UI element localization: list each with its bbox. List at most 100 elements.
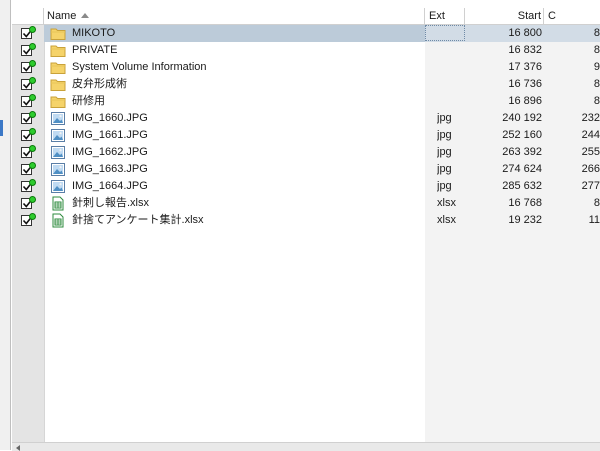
file-start: 240 192 xyxy=(502,112,542,124)
header-checkbox-column[interactable] xyxy=(12,8,44,24)
folder-icon xyxy=(50,26,66,41)
file-next: 8 xyxy=(593,44,600,56)
status-dot-icon xyxy=(29,60,36,67)
file-next: 244 xyxy=(581,129,600,141)
table-row[interactable]: 研修用 16 896 8 xyxy=(12,93,600,110)
column-header: Name Ext Start C xyxy=(12,8,600,25)
image-file-icon xyxy=(50,162,66,177)
file-next: 8 xyxy=(593,78,600,90)
file-ext xyxy=(437,59,467,76)
header-start-label: Start xyxy=(517,10,541,22)
folder-icon xyxy=(50,60,66,75)
table-row[interactable]: IMG_1661.JPG jpg 252 160 244 xyxy=(12,127,600,144)
file-name[interactable]: IMG_1664.JPG xyxy=(72,178,422,195)
folder-icon xyxy=(50,94,66,109)
status-dot-icon xyxy=(29,128,36,135)
file-ext: jpg xyxy=(437,163,452,175)
file-ext: xlsx xyxy=(437,197,456,209)
file-ext xyxy=(437,25,467,42)
header-next[interactable]: C xyxy=(544,8,600,24)
header-name[interactable]: Name xyxy=(44,8,425,24)
file-name[interactable]: 研修用 xyxy=(72,93,422,110)
spreadsheet-file-icon xyxy=(50,213,66,228)
file-name[interactable]: 皮弁形成術 xyxy=(72,76,422,93)
file-start: 16 832 xyxy=(508,44,542,56)
status-dot-icon xyxy=(29,94,36,101)
file-start: 252 160 xyxy=(502,129,542,141)
file-start: 16 800 xyxy=(508,27,542,39)
scroll-left-icon[interactable] xyxy=(16,445,20,451)
header-name-label: Name xyxy=(47,10,77,22)
sort-ascending-icon xyxy=(81,13,90,18)
image-file-icon xyxy=(50,145,66,160)
header-ext-label: Ext xyxy=(429,10,445,22)
file-next: 8 xyxy=(593,197,600,209)
file-start: 19 232 xyxy=(508,214,542,226)
file-start: 285 632 xyxy=(502,180,542,192)
spreadsheet-file-icon xyxy=(50,196,66,211)
table-row[interactable]: 針捨てアンケート集計.xlsx xlsx 19 232 11 xyxy=(12,212,600,229)
file-start: 16 896 xyxy=(508,95,542,107)
file-ext xyxy=(437,76,467,93)
folder-icon xyxy=(50,43,66,58)
image-file-icon xyxy=(50,111,66,126)
file-ext: jpg xyxy=(437,180,452,192)
file-ext: jpg xyxy=(437,129,452,141)
file-next: 8 xyxy=(593,27,600,39)
file-start: 274 624 xyxy=(502,163,542,175)
image-file-icon xyxy=(50,128,66,143)
file-next: 232 xyxy=(581,112,600,124)
file-next: 266 xyxy=(581,163,600,175)
table-row[interactable]: MIKOTO 16 800 8 xyxy=(12,25,600,42)
status-dot-icon xyxy=(29,111,36,118)
file-ext: jpg xyxy=(437,112,452,124)
left-panel-marker xyxy=(0,120,3,136)
file-name[interactable]: PRIVATE xyxy=(72,42,422,59)
file-name[interactable]: 針捨てアンケート集計.xlsx xyxy=(72,212,422,229)
file-next: 9 xyxy=(593,61,600,73)
file-next: 11 xyxy=(588,214,600,226)
table-row[interactable]: IMG_1663.JPG jpg 274 624 266 xyxy=(12,161,600,178)
table-row[interactable]: IMG_1660.JPG jpg 240 192 232 xyxy=(12,110,600,127)
header-next-label: C xyxy=(548,10,556,22)
file-start: 263 392 xyxy=(502,146,542,158)
file-rows: MIKOTO 16 800 8 PRIVATE 16 832 8 System Volume… xyxy=(12,25,600,229)
file-name[interactable]: 針刺し報告.xlsx xyxy=(72,195,422,212)
file-next: 277 xyxy=(581,180,600,192)
table-row[interactable]: System Volume Information 17 376 9 xyxy=(12,59,600,76)
file-start: 16 768 xyxy=(508,197,542,209)
table-row[interactable]: IMG_1662.JPG jpg 263 392 255 xyxy=(12,144,600,161)
file-name[interactable]: IMG_1660.JPG xyxy=(72,110,422,127)
file-name[interactable]: IMG_1662.JPG xyxy=(72,144,422,161)
status-dot-icon xyxy=(29,213,36,220)
file-ext xyxy=(437,42,467,59)
file-next: 8 xyxy=(593,95,600,107)
file-name[interactable]: IMG_1661.JPG xyxy=(72,127,422,144)
status-dot-icon xyxy=(29,26,36,33)
image-file-icon xyxy=(50,179,66,194)
table-row[interactable]: PRIVATE 16 832 8 xyxy=(12,42,600,59)
file-ext: xlsx xyxy=(437,214,456,226)
table-row[interactable]: 針刺し報告.xlsx xlsx 16 768 8 xyxy=(12,195,600,212)
status-dot-icon xyxy=(29,196,36,203)
file-list[interactable]: Name Ext Start C MIKOTO 16 800 8 PRIVATE 16 … xyxy=(12,8,600,442)
status-dot-icon xyxy=(29,145,36,152)
file-name[interactable]: MIKOTO xyxy=(72,25,422,42)
status-dot-icon xyxy=(29,43,36,50)
file-ext: jpg xyxy=(437,146,452,158)
file-start: 17 376 xyxy=(508,61,542,73)
header-start[interactable]: Start xyxy=(465,8,544,24)
file-name[interactable]: System Volume Information xyxy=(72,59,422,76)
status-dot-icon xyxy=(29,77,36,84)
file-ext xyxy=(437,93,467,110)
file-next: 255 xyxy=(581,146,600,158)
file-name[interactable]: IMG_1663.JPG xyxy=(72,161,422,178)
folder-icon xyxy=(50,77,66,92)
file-start: 16 736 xyxy=(508,78,542,90)
status-dot-icon xyxy=(29,179,36,186)
status-dot-icon xyxy=(29,162,36,169)
left-panel-edge xyxy=(0,0,11,450)
table-row[interactable]: IMG_1664.JPG jpg 285 632 277 xyxy=(12,178,600,195)
header-ext[interactable]: Ext xyxy=(425,8,465,24)
table-row[interactable]: 皮弁形成術 16 736 8 xyxy=(12,76,600,93)
